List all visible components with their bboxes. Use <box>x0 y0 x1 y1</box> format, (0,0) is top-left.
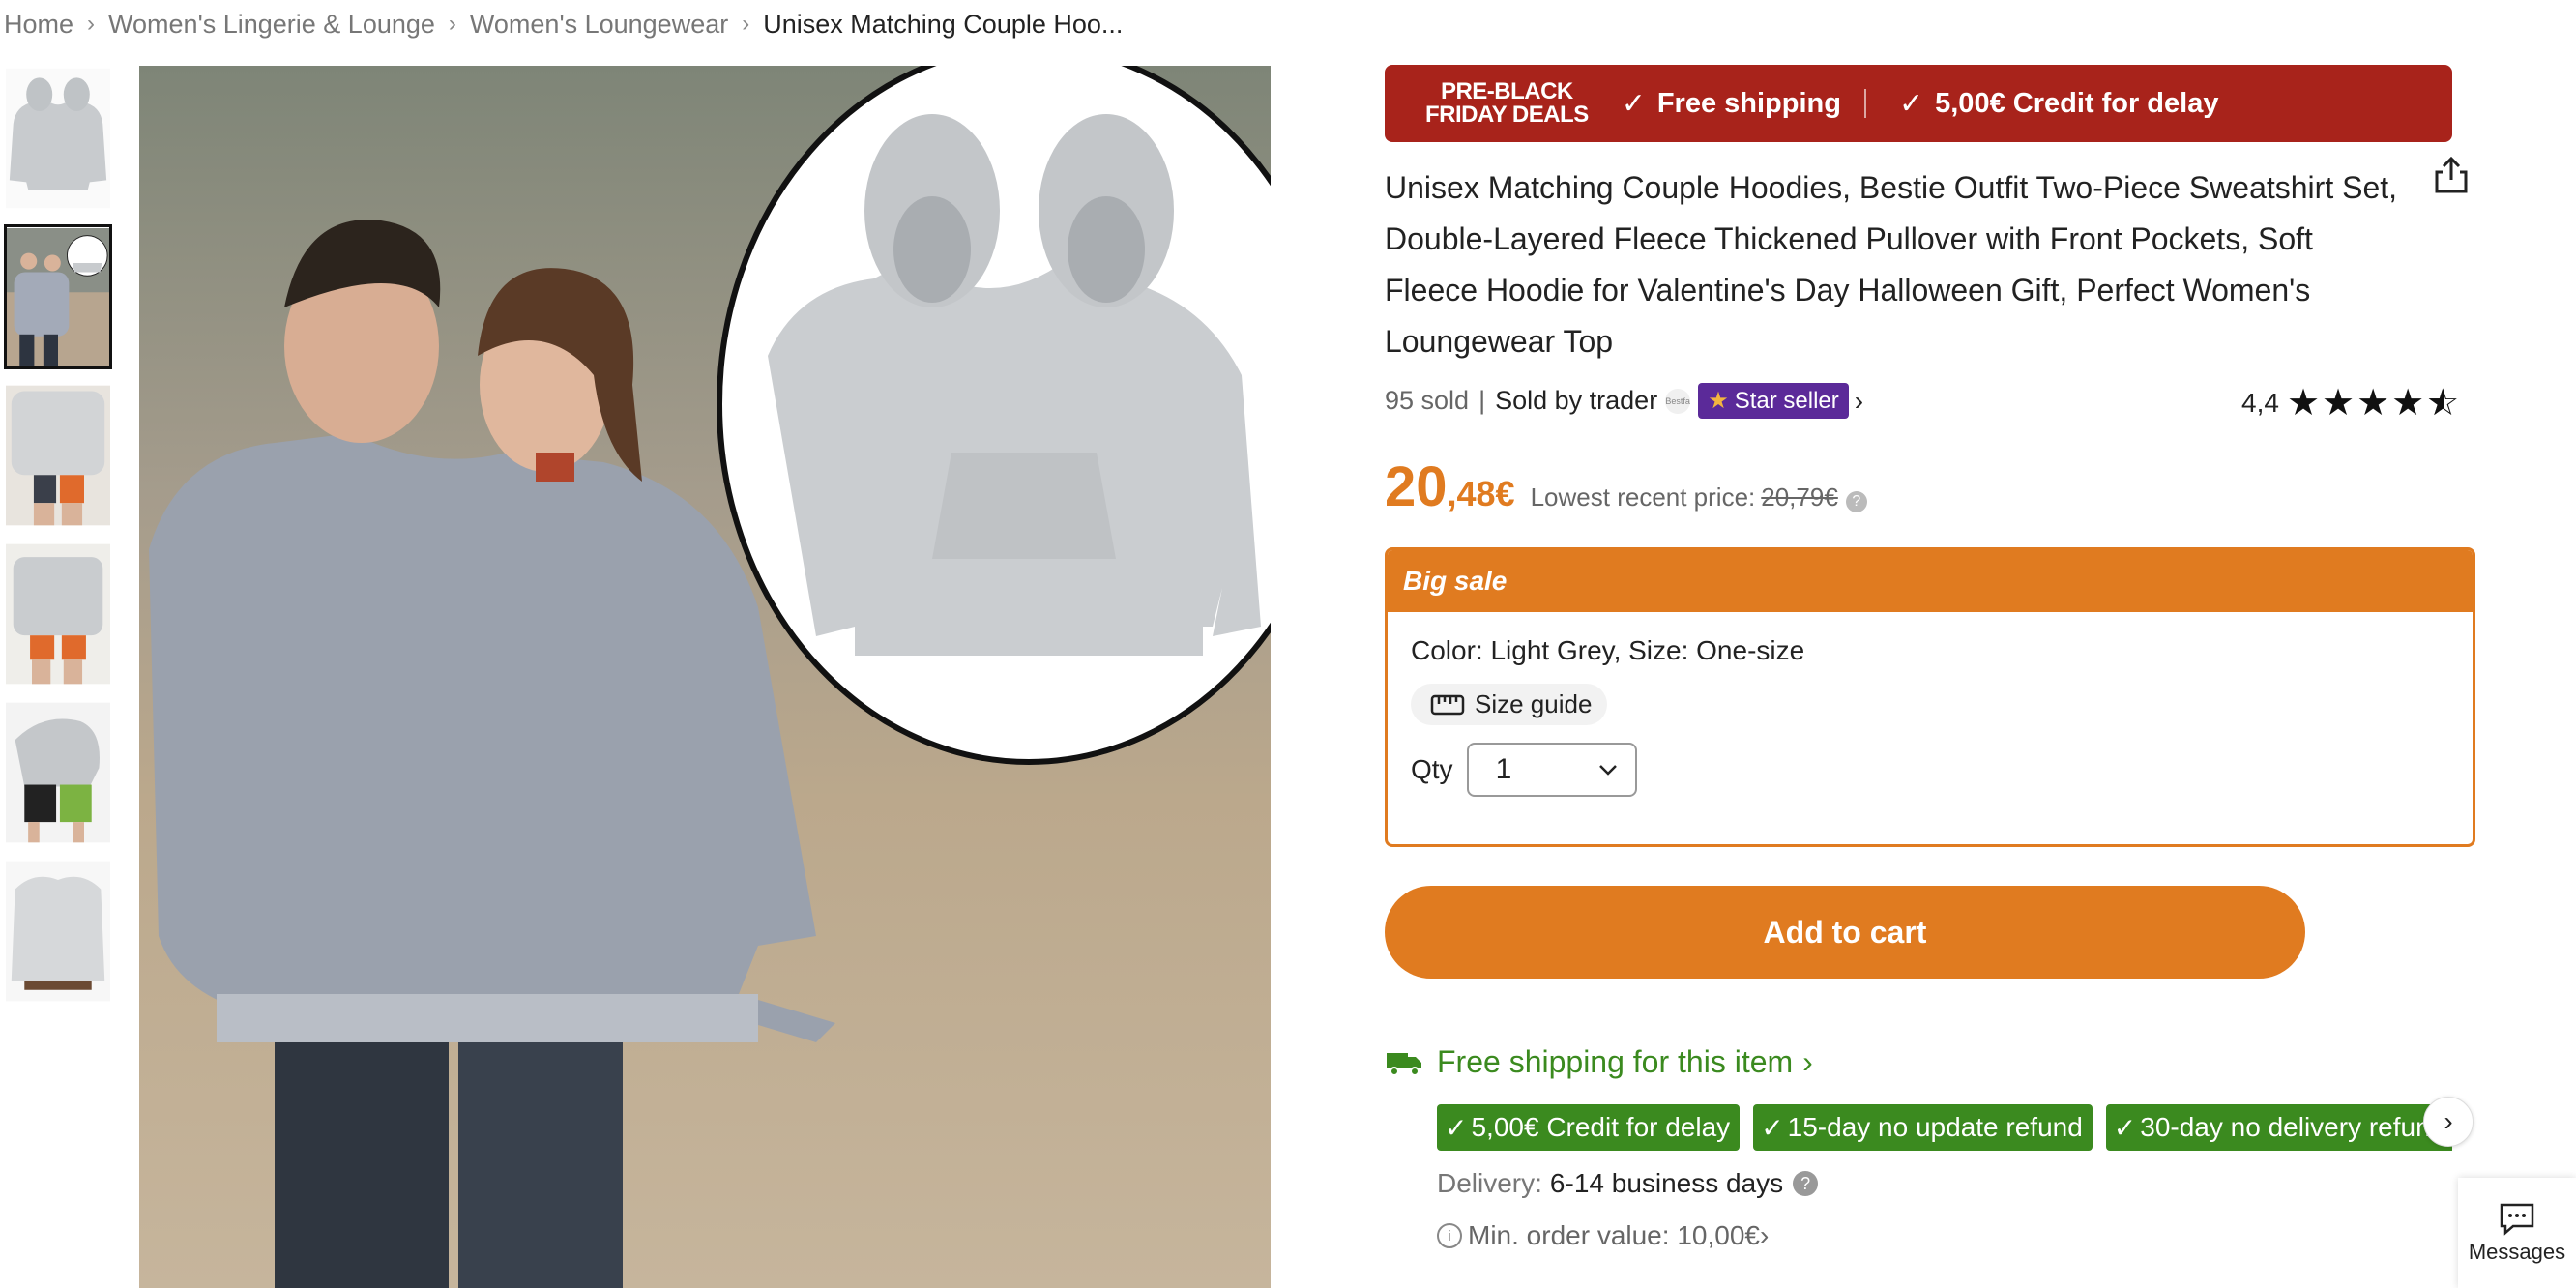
free-shipping-title: Free shipping for this item <box>1437 1044 1794 1079</box>
promo-free-shipping-label: Free shipping <box>1656 87 1841 119</box>
shipping-tags: ✓ 5,00€ Credit for delay ✓ 15-day no updat… <box>1437 1104 2452 1151</box>
promo-divider <box>1863 89 1866 118</box>
thumbnail-list <box>4 66 114 1017</box>
seller-logo[interactable]: Bestfa <box>1665 388 1691 414</box>
star-seller-label: Star seller <box>1734 387 1839 414</box>
help-icon[interactable]: ? <box>1793 1171 1819 1196</box>
breadcrumb-lingerie-lounge[interactable]: Women's Lingerie & Lounge <box>108 10 435 40</box>
rating[interactable]: 4,4 ★★★★☆★ <box>2241 381 2461 424</box>
couple-thumbnail-image <box>7 228 109 366</box>
promo-label-line1: PRE-BLACK <box>1440 78 1573 104</box>
delivery-label: Delivery: <box>1437 1168 1542 1198</box>
star-seller-badge[interactable]: ★ Star seller <box>1698 383 1849 419</box>
thumbnail-4[interactable] <box>4 542 112 687</box>
qty-select[interactable]: 1 <box>1466 743 1637 797</box>
star-icon: ★ <box>1708 388 1729 414</box>
separator: | <box>1478 386 1486 415</box>
promo-credit-label: 5,00€ Credit for delay <box>1935 87 2219 119</box>
price-row: 20 ,48€ Lowest recent price: 20,79€ ? <box>1385 454 1867 519</box>
thumbnail-1[interactable] <box>4 66 112 211</box>
star-icon: ★ <box>2286 383 2323 424</box>
promo-free-shipping: ✓ Free shipping <box>1622 87 1841 121</box>
truck-icon <box>1387 1052 1421 1076</box>
tag-label: 5,00€ Credit for delay <box>1471 1112 1731 1142</box>
delivery-value: 6-14 business days <box>1549 1168 1784 1198</box>
star-icon: ★ <box>2322 383 2357 424</box>
size-guide-button[interactable]: Size guide <box>1411 684 1608 725</box>
price-decimal: ,48€ <box>1447 474 1515 513</box>
check-icon: ✓ <box>2113 1112 2137 1143</box>
qty-label: Qty <box>1411 754 1453 784</box>
half-star-icon: ☆★ <box>2426 383 2462 424</box>
min-order-label: Min. order value: 10,00€ <box>1468 1220 1760 1250</box>
chevron-right-icon: › <box>1759 1220 1770 1250</box>
chevron-right-icon: › <box>1802 1044 1813 1079</box>
thumbnail-3[interactable] <box>4 383 112 528</box>
add-to-cart-button[interactable]: Add to cart <box>1385 886 2305 979</box>
tag-refund-update: ✓ 15-day no update refund <box>1753 1104 2093 1151</box>
hoodie-pose-thumbnail-image <box>6 702 110 843</box>
product-title: Unisex Matching Couple Hoodies, Bestie O… <box>1385 170 2398 359</box>
sale-box: Big sale Color: Light Grey, Size: One-si… <box>1385 547 2475 847</box>
free-shipping-row[interactable]: Free shipping for this item › <box>1385 1044 1813 1080</box>
chevron-right-icon: › <box>448 11 456 37</box>
chevron-right-icon: › <box>742 11 750 37</box>
promo-label-line2: FRIDAY DEALS <box>1425 102 1589 128</box>
couple-hoodie-photo <box>139 66 1271 1288</box>
delivery-row: Delivery: 6-14 business days ? <box>1437 1168 1819 1199</box>
breadcrumb: Home › Women's Lingerie & Lounge › Women… <box>4 10 1123 39</box>
check-icon: ✓ <box>1621 87 1646 120</box>
tag-label: 15-day no update refund <box>1787 1112 2083 1142</box>
tag-refund-delivery: ✓ 30-day no delivery refund <box>2105 1104 2452 1151</box>
main-product-image[interactable] <box>139 66 1271 1288</box>
size-guide-label: Size guide <box>1475 689 1593 718</box>
check-icon: ✓ <box>1445 1112 1468 1143</box>
breadcrumb-loungewear[interactable]: Women's Loungewear <box>470 10 728 40</box>
share-icon[interactable] <box>2433 155 2470 195</box>
qty-row: Qty 1 <box>1411 743 2449 797</box>
help-icon[interactable]: ? <box>1845 491 1867 512</box>
hoodie-hanging-thumbnail-image <box>6 861 110 1002</box>
promo-banner[interactable]: PRE-BLACK FRIDAY DEALS ✓ Free shipping ✓… <box>1385 65 2452 142</box>
rating-value: 4,4 <box>2241 387 2279 418</box>
breadcrumb-current: Unisex Matching Couple Hoo... <box>763 9 1124 39</box>
qty-value: 1 <box>1495 753 1512 785</box>
tags-next-button[interactable]: › <box>2423 1097 2474 1147</box>
hoodie-thumbnail-image <box>6 68 110 209</box>
hoodie-front-thumbnail-image <box>6 543 110 685</box>
thumbnail-5[interactable] <box>4 700 112 845</box>
messages-label: Messages <box>2468 1240 2566 1264</box>
chevron-right-icon: › <box>87 11 96 37</box>
thumbnail-2[interactable] <box>4 224 112 369</box>
chevron-right-icon: › <box>2444 1106 2453 1136</box>
lowest-price-value: 20,79€ <box>1761 483 1838 512</box>
star-icon: ★ <box>2391 383 2427 424</box>
promo-credit: ✓ 5,00€ Credit for delay <box>1899 87 2218 121</box>
messages-button[interactable]: Messages <box>2458 1178 2576 1288</box>
seller-row: 95 sold | Sold by trader Bestfa ★ Star s… <box>1385 383 1863 419</box>
check-icon: ✓ <box>1898 87 1924 120</box>
check-icon: ✓ <box>1761 1112 1784 1143</box>
sale-header: Big sale <box>1388 550 2473 612</box>
ruler-icon <box>1430 694 1465 715</box>
pre-black-friday-label: PRE-BLACK FRIDAY DEALS <box>1425 80 1589 127</box>
chat-icon <box>2500 1203 2534 1236</box>
thumbnail-6[interactable] <box>4 859 112 1004</box>
rating-stars: ★★★★☆★ <box>2287 381 2461 424</box>
info-icon: i <box>1437 1223 1462 1248</box>
breadcrumb-home[interactable]: Home <box>4 10 73 40</box>
chevron-right-icon[interactable]: › <box>1855 386 1863 417</box>
sold-count: 95 sold <box>1385 386 1470 415</box>
min-order-row[interactable]: i Min. order value: 10,00€ › <box>1437 1220 1769 1251</box>
tag-credit-delay: ✓ 5,00€ Credit for delay <box>1437 1104 1741 1151</box>
tag-label: 30-day no delivery refund <box>2140 1112 2446 1142</box>
sold-by-trader[interactable]: Sold by trader <box>1495 386 1657 416</box>
lowest-price-label: Lowest recent price: <box>1530 483 1756 512</box>
star-icon: ★ <box>2356 383 2392 424</box>
chevron-down-icon <box>1598 765 1617 776</box>
hoodie-back-thumbnail-image <box>6 385 110 526</box>
variant-label: Color: Light Grey, Size: One-size <box>1411 635 1805 665</box>
price-main: 20 <box>1385 455 1448 518</box>
